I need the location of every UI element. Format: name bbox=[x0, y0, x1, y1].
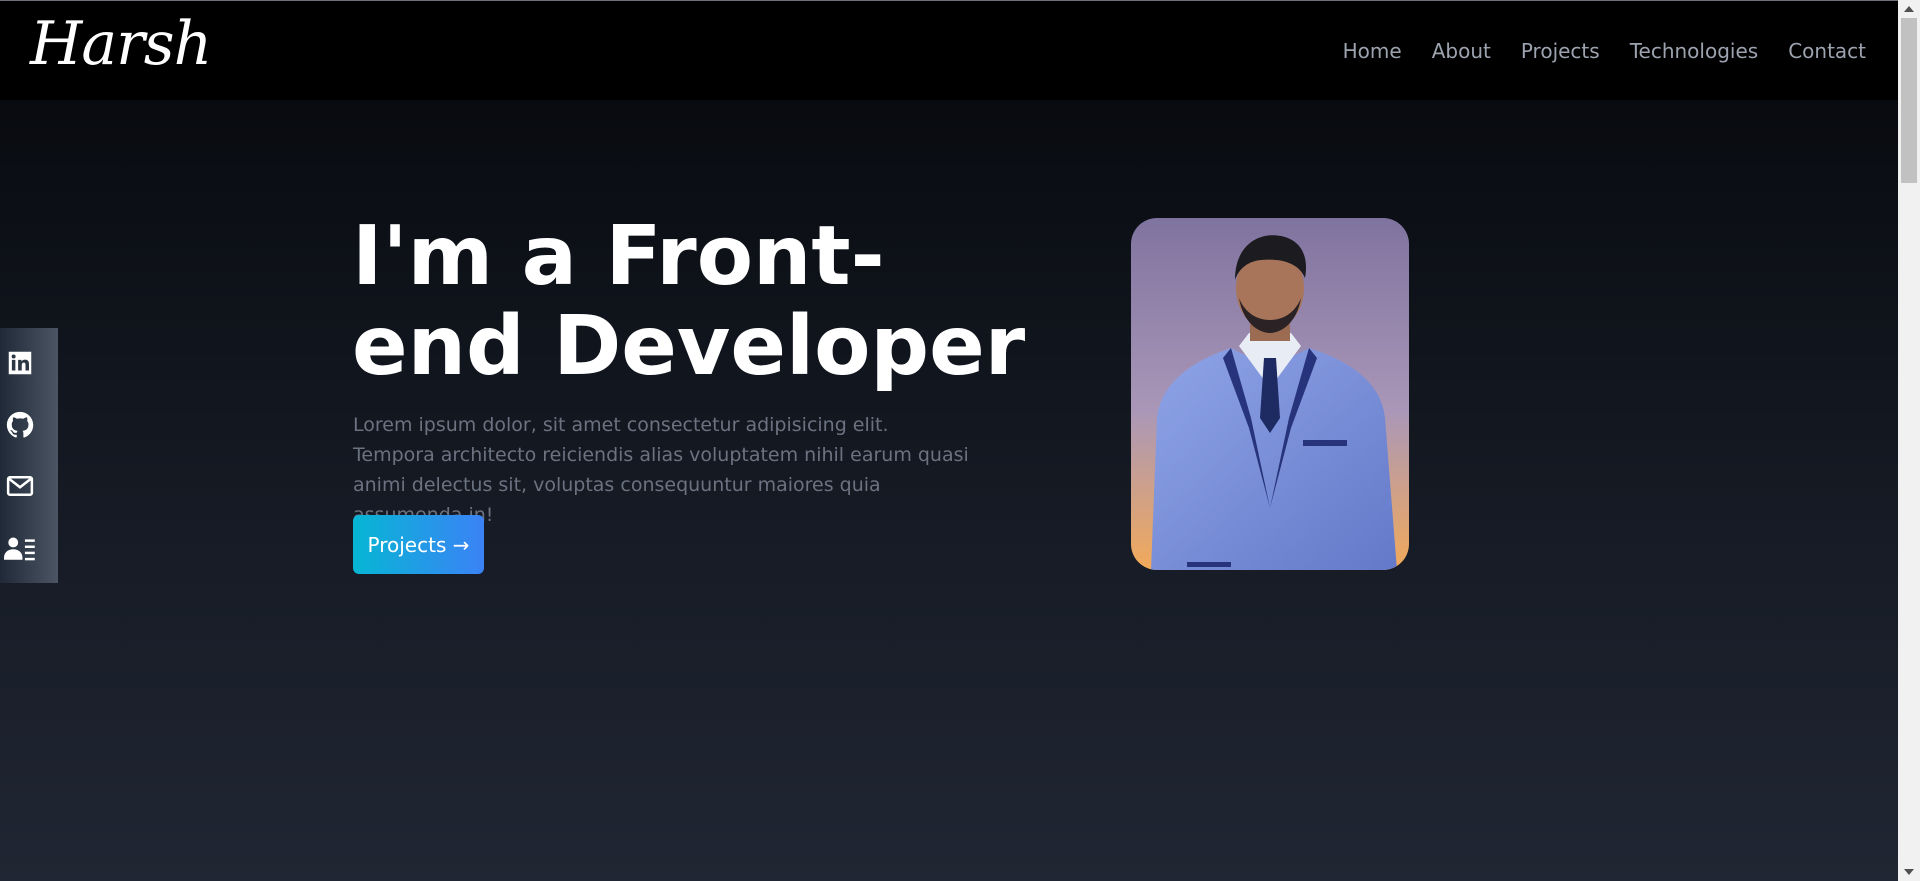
linkedin-icon[interactable] bbox=[2, 345, 38, 381]
hero-title-line-1: I'm a Front- bbox=[352, 209, 885, 304]
social-sidebar bbox=[0, 328, 58, 583]
scrollbar[interactable] bbox=[1898, 0, 1920, 881]
scroll-down-arrow-icon[interactable] bbox=[1904, 869, 1914, 875]
nav-link-projects[interactable]: Projects bbox=[1521, 39, 1600, 63]
hero-description: Lorem ipsum dolor, sit amet consectetur … bbox=[353, 414, 969, 526]
mail-icon[interactable] bbox=[2, 468, 38, 504]
resume-icon[interactable] bbox=[2, 530, 38, 566]
nav-link-about[interactable]: About bbox=[1432, 39, 1491, 63]
navbar: Harsh Home About Projects Technologies C… bbox=[0, 1, 1898, 100]
github-icon[interactable] bbox=[2, 407, 38, 443]
projects-button[interactable]: Projects → bbox=[353, 515, 484, 574]
nav-link-home[interactable]: Home bbox=[1343, 39, 1402, 63]
scroll-thumb[interactable] bbox=[1901, 18, 1917, 183]
scroll-up-arrow-icon[interactable] bbox=[1904, 6, 1914, 12]
profile-photo bbox=[1131, 218, 1409, 570]
logo[interactable]: Harsh bbox=[30, 9, 212, 79]
hero-title: I'm a Front- end Developer bbox=[352, 212, 1052, 392]
nav-link-technologies[interactable]: Technologies bbox=[1630, 39, 1758, 63]
nav-link-contact[interactable]: Contact bbox=[1788, 39, 1866, 63]
hero-title-line-2: end Developer bbox=[352, 299, 1026, 394]
nav-links: Home About Projects Technologies Contact bbox=[1343, 39, 1866, 63]
